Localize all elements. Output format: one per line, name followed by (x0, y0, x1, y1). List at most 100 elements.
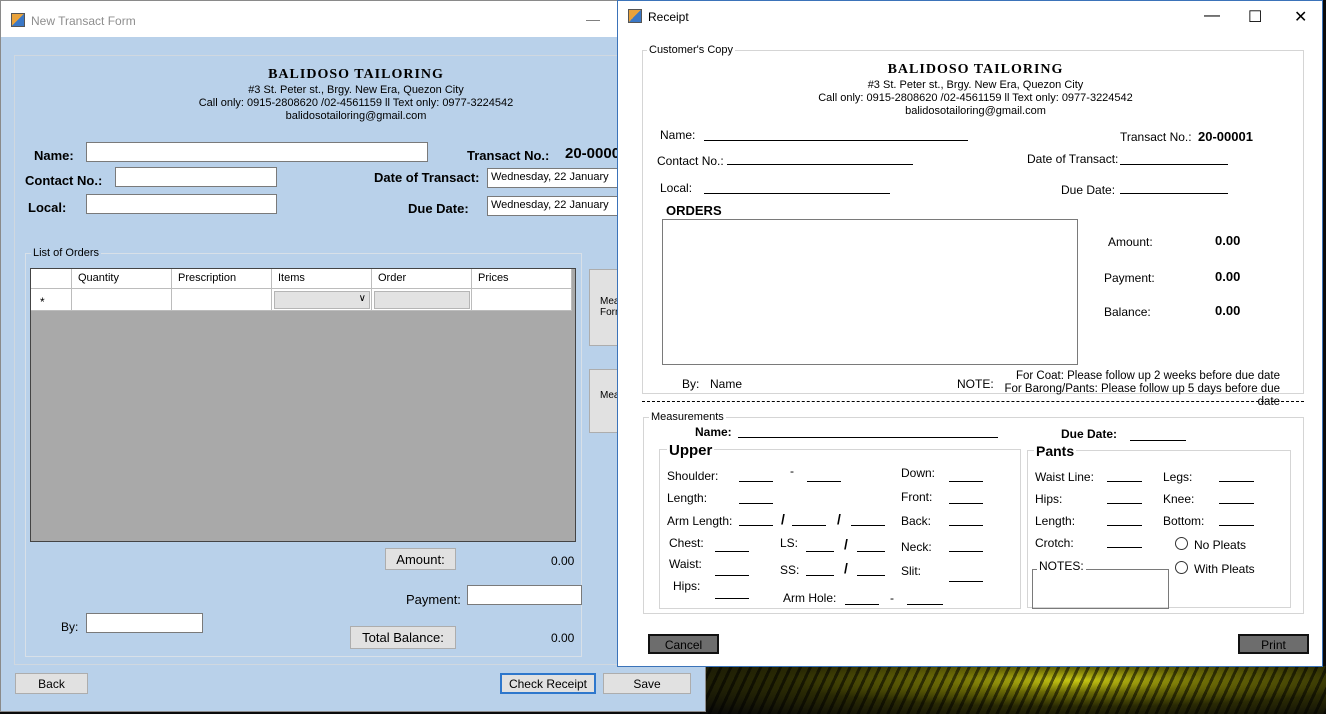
amount-button[interactable]: Amount: (385, 548, 456, 570)
receipt-shop-address: #3 St. Peter st., Brgy. New Era, Quezon … (867, 79, 1084, 91)
local-input[interactable] (86, 194, 277, 214)
back-line (949, 525, 983, 526)
receipt-window-title: Receipt (648, 10, 689, 24)
shop-contact: Call only: 0915-2808620 /02-4561159 ll T… (198, 97, 514, 109)
note-coat: For Coat: Please follow up 2 weeks befor… (1015, 370, 1280, 382)
transact-window: New Transact Form — BALIDOSO TAILORING #… (0, 0, 707, 712)
no-pleats-radio[interactable] (1175, 537, 1188, 550)
front-label: Front: (901, 490, 933, 504)
arm-hole-line-1 (845, 604, 879, 605)
shoulder-line-1 (739, 481, 773, 482)
app-icon (11, 13, 25, 27)
cancel-button[interactable]: Cancel (648, 634, 719, 654)
shoulder-dash: - (790, 464, 794, 478)
receipt-contact-line (727, 164, 913, 165)
receipt-contact-label: Contact No.: (657, 154, 724, 168)
cell-quantity[interactable] (72, 289, 172, 311)
column-header-items[interactable]: Items (272, 269, 372, 289)
customer-copy-label: Customer's Copy (647, 44, 736, 56)
back-button[interactable]: Back (15, 673, 88, 694)
hips-label: Hips: (673, 579, 701, 593)
receipt-payment-value: 0.00 (1215, 269, 1241, 284)
items-dropdown[interactable]: ∨ (274, 291, 370, 309)
receipt-notes: For Coat: Please follow up 2 weeks befor… (998, 370, 1280, 409)
total-balance-button[interactable]: Total Balance: (350, 626, 456, 649)
save-button[interactable]: Save (603, 673, 691, 694)
no-pleats-label: No Pleats (1194, 538, 1247, 552)
pants-hips-label: Hips: (1035, 492, 1063, 506)
ss-line-2 (857, 575, 885, 576)
cell-order[interactable] (372, 289, 472, 311)
ls-slash: / (844, 536, 848, 552)
arm-length-label: Arm Length: (667, 514, 733, 528)
pants-title: Pants (1034, 443, 1077, 459)
name-input[interactable] (86, 142, 428, 162)
arm-length-line-2 (792, 525, 826, 526)
shop-email: balidosotailoring@gmail.com (285, 110, 427, 122)
receipt-by-value: Name (710, 377, 743, 391)
crotch-label: Crotch: (1035, 536, 1074, 550)
cut-line (642, 401, 1304, 402)
cell-prices[interactable] (472, 289, 572, 311)
column-header-prescription[interactable]: Prescription (172, 269, 272, 289)
receipt-name-label: Name: (660, 128, 696, 142)
payment-input[interactable] (467, 585, 582, 605)
date-transact-picker[interactable]: Wednesday, 22 January (487, 168, 621, 188)
transact-no-value: 20-0000 (565, 145, 621, 162)
contact-input[interactable] (115, 167, 277, 187)
receipt-by-label: By: (682, 377, 700, 391)
arm-length-line-3 (851, 525, 885, 526)
ss-line-1 (806, 575, 834, 576)
chevron-down-icon: ∨ (358, 293, 366, 304)
upper-title: Upper (667, 442, 715, 459)
column-header-order[interactable]: Order (372, 269, 472, 289)
measurement-button[interactable]: Mea (589, 369, 619, 433)
front-line (949, 503, 983, 504)
orders-title: ORDERS (666, 203, 722, 218)
receipt-local-label: Local: (660, 181, 693, 195)
receipt-transact-no-label: Transact No.: (1120, 130, 1192, 144)
column-header-quantity[interactable]: Quantity (72, 269, 172, 289)
neck-label: Neck: (901, 540, 932, 554)
legs-label: Legs: (1163, 470, 1193, 484)
by-input[interactable] (86, 613, 203, 633)
print-button[interactable]: Print (1238, 634, 1309, 654)
check-receipt-button[interactable]: Check Receipt (500, 673, 596, 694)
measure-name-line (738, 437, 998, 438)
orders-grid[interactable]: Quantity Prescription Items Order Prices… (30, 268, 576, 542)
with-pleats-radio[interactable] (1175, 561, 1188, 574)
receipt-shop-name: BALIDOSO TAILORING (887, 62, 1064, 77)
bottom-line (1219, 525, 1254, 526)
pants-notes-box[interactable] (1032, 569, 1169, 609)
name-label: Name: (34, 148, 74, 163)
receipt-amount-value: 0.00 (1215, 233, 1241, 248)
pants-notes-label: NOTES: (1037, 559, 1086, 573)
minimize-button[interactable]: — (1204, 7, 1220, 25)
order-field[interactable] (374, 291, 470, 309)
new-row-marker: * (31, 289, 72, 311)
cell-items[interactable]: ∨ (272, 289, 372, 311)
receipt-titlebar: Receipt — ☐ ✕ (618, 1, 1322, 31)
transact-titlebar: New Transact Form — (1, 1, 707, 37)
arm-hole-dash: - (890, 591, 894, 605)
ls-line-2 (857, 551, 885, 552)
arm-length-slash-2: / (837, 511, 841, 527)
maximize-button[interactable]: ☐ (1248, 7, 1262, 27)
due-date-picker[interactable]: Wednesday, 22 January (487, 196, 621, 216)
cell-prescription[interactable] (172, 289, 272, 311)
waist-label: Waist: (669, 557, 702, 571)
down-label: Down: (901, 466, 936, 480)
receipt-note-label: NOTE: (957, 377, 994, 391)
column-header-prices[interactable]: Prices (472, 269, 572, 289)
receipt-payment-label: Payment: (1104, 271, 1155, 285)
measurement-form-button[interactable]: Mea Form (589, 269, 619, 346)
pants-length-line (1107, 525, 1142, 526)
close-button[interactable]: ✕ (1294, 7, 1307, 27)
receipt-name-line (704, 140, 968, 141)
shop-address: #3 St. Peter st., Brgy. New Era, Quezon … (248, 84, 464, 96)
total-balance-value: 0.00 (551, 631, 575, 645)
receipt-shop-email: balidosotailoring@gmail.com (905, 105, 1046, 117)
receipt-balance-label: Balance: (1104, 305, 1151, 319)
receipt-local-line (704, 193, 890, 194)
minimize-button[interactable]: — (586, 11, 600, 27)
